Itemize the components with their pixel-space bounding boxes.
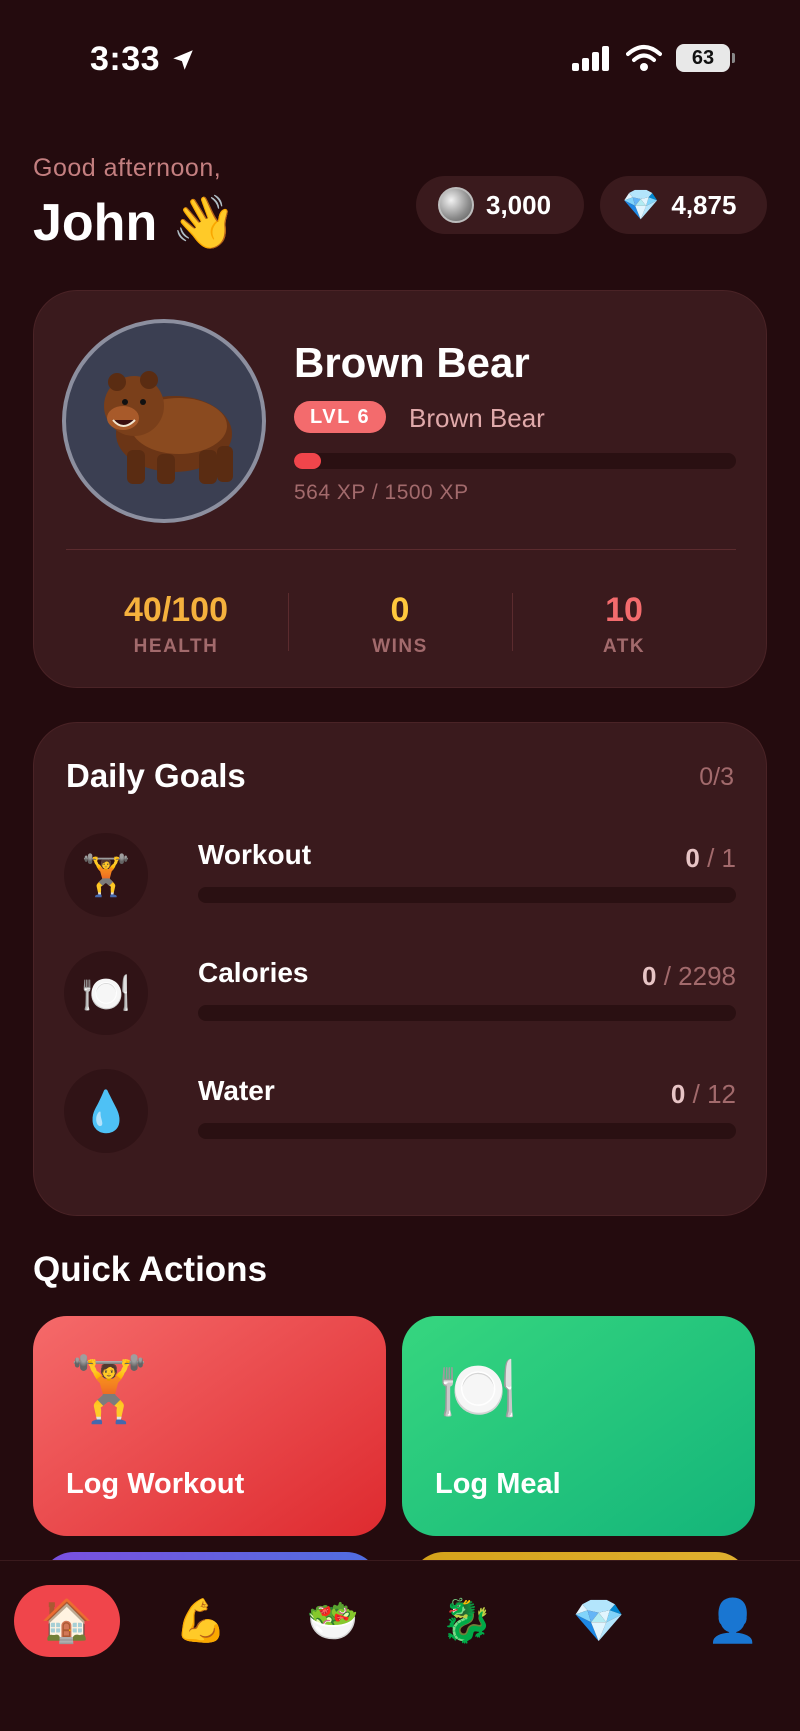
- log-meal-button[interactable]: 🍽️ Log Meal: [402, 1316, 755, 1536]
- tab-home[interactable]: 🏠: [14, 1585, 120, 1657]
- goal-workout[interactable]: 🏋️ Workout 0 / 1: [64, 833, 736, 923]
- status-bar: 3:33 63: [0, 0, 800, 120]
- gem-icon: 💎: [572, 1596, 626, 1644]
- stat-value: 0: [390, 591, 410, 629]
- log-workout-label: Log Workout: [66, 1468, 245, 1500]
- goal-calories[interactable]: 🍽️ Calories 0 / 2298: [64, 951, 736, 1041]
- xp-progress-fill: [294, 453, 321, 469]
- status-time: 3:33: [90, 40, 196, 79]
- tab-shop[interactable]: 💎: [546, 1585, 652, 1657]
- greeting-text: Good afternoon,: [33, 154, 222, 182]
- flexed-biceps-icon: 💪: [174, 1596, 228, 1644]
- stat-health: 40/100 HEALTH: [76, 591, 276, 658]
- coin-icon: [438, 187, 474, 223]
- goal-water[interactable]: 💧 Water 0 / 12: [64, 1069, 736, 1159]
- coins-pill[interactable]: 3,000: [416, 176, 584, 234]
- stat-label: WINS: [372, 636, 428, 657]
- goal-progress-bar: [198, 1123, 736, 1139]
- stat-label: ATK: [602, 636, 646, 657]
- pet-avatar[interactable]: [62, 319, 266, 523]
- stat-wins: 0 WINS: [300, 591, 500, 658]
- weightlifter-icon: 🏋️: [69, 1353, 149, 1425]
- salad-icon: 🥗: [306, 1596, 360, 1644]
- daily-goals-title: Daily Goals: [66, 757, 246, 794]
- tab-bar: 🏠 💪 🥗 🐉 💎 👤: [0, 1560, 800, 1731]
- location-arrow-icon: [173, 49, 193, 70]
- gems-amount: 4,875: [671, 189, 737, 220]
- goal-progress-text: 0 / 2298: [642, 961, 736, 992]
- log-meal-label: Log Meal: [435, 1468, 561, 1500]
- goal-target: / 12: [692, 1079, 736, 1109]
- stat-atk: 10 ATK: [524, 591, 724, 658]
- status-time-text: 3:33: [90, 40, 161, 78]
- goal-target: / 1: [707, 843, 736, 873]
- cellular-signal-icon: [572, 46, 609, 71]
- plate-icon: 🍽️: [64, 951, 148, 1035]
- goal-current: 0: [670, 1079, 686, 1109]
- xp-progress-bar: [294, 453, 736, 469]
- water-drop-icon: 💧: [64, 1069, 148, 1153]
- battery-level: 63: [691, 46, 715, 69]
- goal-progress-bar: [198, 887, 736, 903]
- log-workout-button[interactable]: 🏋️ Log Workout: [33, 1316, 386, 1536]
- user-silhouette-icon: 👤: [706, 1596, 760, 1644]
- pet-name: Brown Bear: [294, 339, 530, 386]
- status-right: 63: [572, 44, 735, 72]
- profile-divider: [66, 549, 736, 550]
- plate-icon: 🍽️: [438, 1353, 518, 1425]
- pet-profile-card[interactable]: Brown Bear LVL 6 Brown Bear 564 XP / 150…: [33, 290, 767, 688]
- wifi-icon: [626, 45, 662, 71]
- goal-current: 0: [685, 843, 700, 873]
- goal-label: Workout: [198, 839, 312, 870]
- tab-battle[interactable]: 🐉: [414, 1585, 520, 1657]
- level-badge: LVL 6: [294, 401, 387, 433]
- tab-workout[interactable]: 💪: [148, 1585, 254, 1657]
- goal-progress-bar: [198, 1005, 736, 1021]
- goal-label: Water: [198, 1075, 275, 1106]
- goal-target: / 2298: [663, 961, 736, 991]
- daily-goals-count: 0/3: [699, 763, 734, 791]
- gems-pill[interactable]: 💎 4,875: [600, 176, 767, 234]
- goal-label: Calories: [198, 957, 309, 988]
- tab-profile[interactable]: 👤: [680, 1585, 786, 1657]
- pet-species: Brown Bear: [409, 403, 545, 433]
- goal-progress-text: 0 / 12: [671, 1079, 736, 1110]
- quick-actions-title: Quick Actions: [33, 1250, 268, 1289]
- stat-label: HEALTH: [133, 636, 219, 657]
- stat-value: 40/100: [124, 591, 228, 629]
- coins-amount: 3,000: [486, 189, 552, 220]
- stat-separator: [288, 593, 289, 651]
- tab-food[interactable]: 🥗: [280, 1585, 386, 1657]
- daily-goals-card: Daily Goals 0/3 🏋️ Workout 0 / 1 🍽️ Calo…: [33, 722, 767, 1216]
- stat-separator: [512, 593, 513, 651]
- bear-icon: [104, 371, 233, 484]
- stat-value: 10: [605, 591, 643, 629]
- goal-current: 0: [642, 961, 657, 991]
- battery-icon: 63: [676, 44, 735, 72]
- weightlifter-icon: 🏋️: [64, 833, 148, 917]
- goal-progress-text: 0 / 1: [685, 843, 736, 874]
- home-icon: 🏠: [40, 1596, 94, 1644]
- dragon-icon: 🐉: [440, 1596, 494, 1644]
- user-name: John 👋: [33, 194, 237, 252]
- xp-text: 564 XP / 1500 XP: [294, 481, 469, 504]
- gem-icon: 💎: [622, 188, 660, 222]
